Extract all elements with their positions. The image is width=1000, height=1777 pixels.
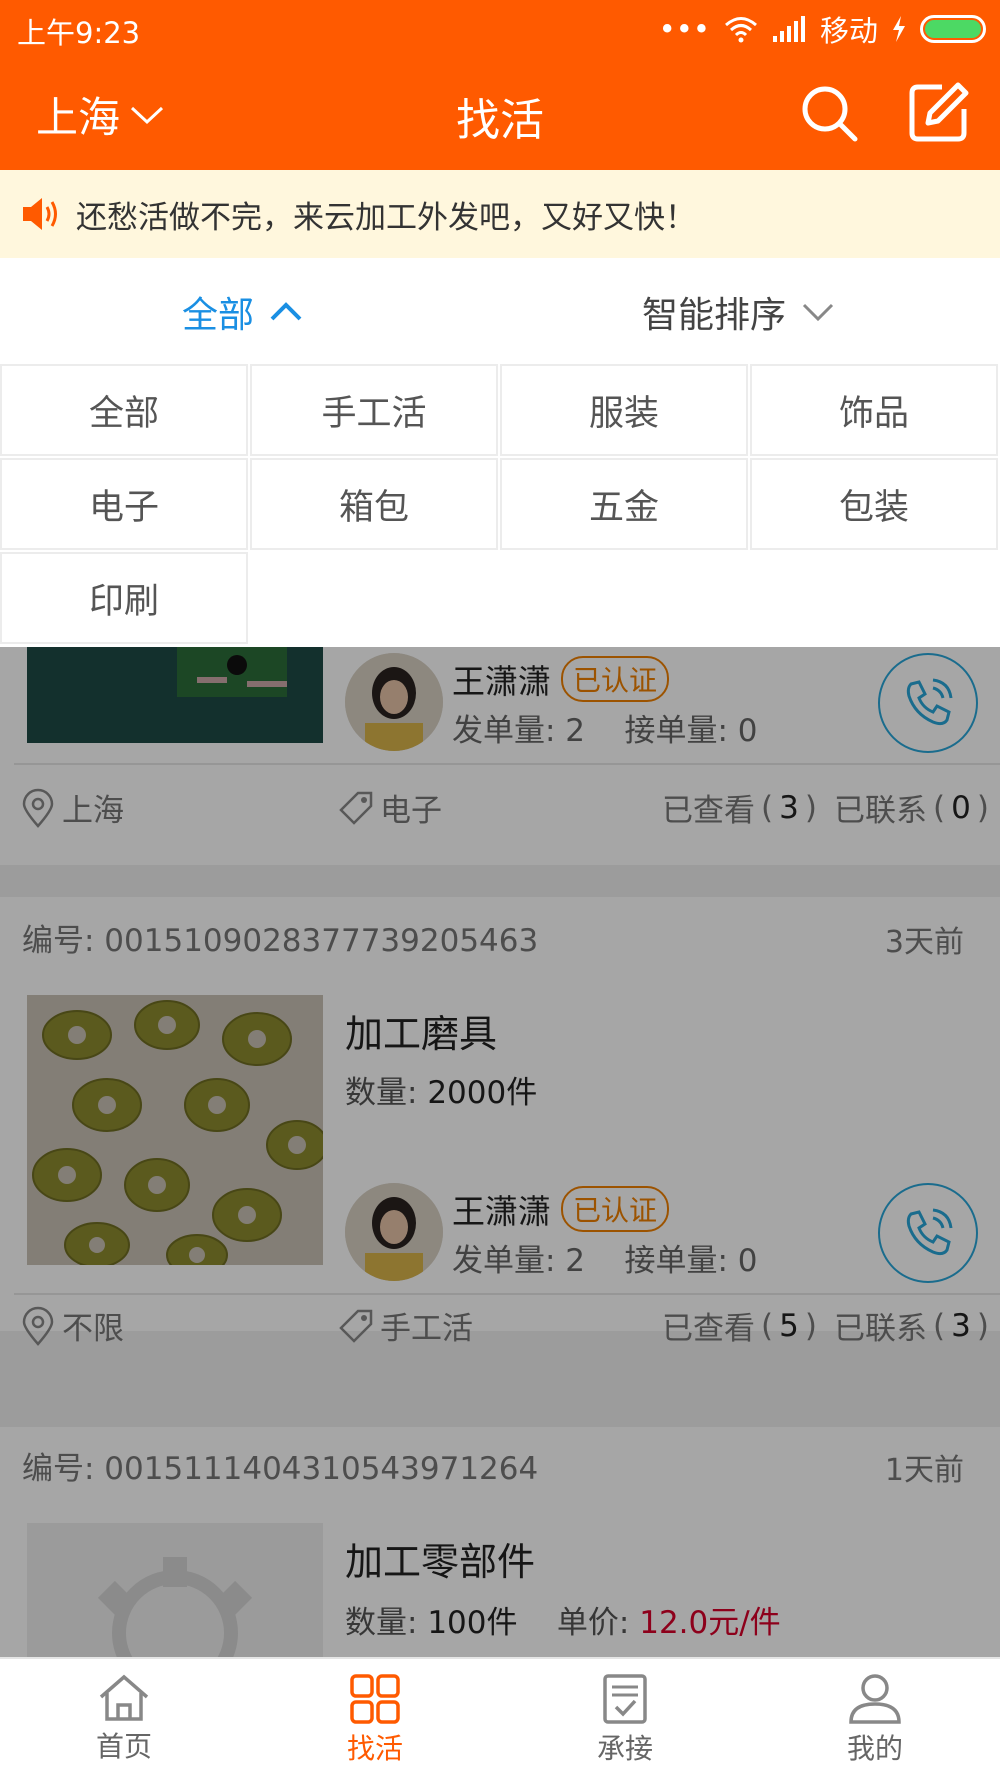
notice-text: 还愁活做不完，来云加工外发吧，又好又快！ <box>76 199 696 236</box>
tab-label: 找活 <box>346 1732 403 1765</box>
category-option[interactable]: 电子 <box>0 458 248 550</box>
job-list: 王潇潇 已认证 发单量: 2 接单量: 0 上海 电子 已查看 (3) 已联… <box>0 647 1000 1657</box>
tab-accepted[interactable]: 承接 <box>545 1673 705 1767</box>
category-option[interactable]: 包装 <box>750 458 998 550</box>
search-icon[interactable] <box>797 81 861 145</box>
category-option[interactable]: 印刷 <box>0 552 248 644</box>
category-option[interactable]: 全部 <box>0 364 248 456</box>
category-option[interactable]: 箱包 <box>250 458 498 550</box>
notice-banner[interactable]: 还愁活做不完，来云加工外发吧，又好又快！ <box>0 170 1000 258</box>
category-option[interactable]: 五金 <box>500 458 748 550</box>
status-time: 上午9:23 <box>17 16 141 50</box>
carrier-name: 移动 <box>819 14 878 48</box>
category-dropdown: 全部 手工活 服装 饰品 电子 箱包 五金 包装 印刷 <box>0 364 1000 647</box>
edit-icon[interactable] <box>906 81 970 145</box>
signal-icon <box>772 16 805 42</box>
category-filter-label: 全部 <box>182 295 255 336</box>
status-bar: 上午9:23 ••• 移动 <box>0 0 1000 57</box>
sort-filter[interactable]: 智能排序 <box>642 286 834 338</box>
charging-icon <box>893 16 905 42</box>
bottom-tab-bar: 首页 找活 承接 我的 <box>0 1657 1000 1777</box>
tab-label: 首页 <box>95 1730 152 1763</box>
person-icon <box>849 1674 901 1724</box>
app-header: 上海 找活 <box>0 57 1000 170</box>
app-screen: 上午9:23 ••• 移动 上海 找活 还愁活做不完，来云加工外发吧，又好又快！… <box>0 0 1000 1777</box>
tab-label: 我的 <box>846 1732 903 1765</box>
category-filter[interactable]: 全部 <box>182 286 302 338</box>
category-option[interactable]: 手工活 <box>250 364 498 456</box>
clipboard-check-icon <box>603 1674 647 1724</box>
tab-label: 承接 <box>596 1732 653 1765</box>
battery-icon <box>920 15 986 43</box>
home-icon <box>99 1674 149 1721</box>
speaker-icon <box>23 198 57 230</box>
tab-find-work[interactable]: 找活 <box>295 1673 455 1767</box>
category-option[interactable]: 饰品 <box>750 364 998 456</box>
filter-bar: 全部 智能排序 <box>0 258 1000 364</box>
wifi-icon <box>725 17 757 43</box>
tab-mine[interactable]: 我的 <box>795 1673 955 1767</box>
chevron-up-icon <box>270 302 302 321</box>
chevron-down-icon <box>802 303 834 322</box>
sort-filter-label: 智能排序 <box>642 295 787 336</box>
tab-home[interactable]: 首页 <box>44 1673 204 1765</box>
grid-icon <box>350 1674 400 1724</box>
dropdown-overlay[interactable] <box>0 647 1000 1657</box>
category-option[interactable]: 服装 <box>500 364 748 456</box>
more-dots-icon: ••• <box>658 12 710 46</box>
